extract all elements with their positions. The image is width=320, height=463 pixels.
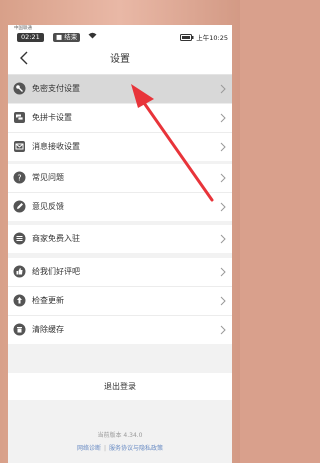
red-arrow-annotation — [131, 84, 214, 202]
phone-frame: 中国联通 02:21 ■ 结束 上午10:25 设置 免密支付设置 免拼卡设置 — [0, 0, 240, 463]
